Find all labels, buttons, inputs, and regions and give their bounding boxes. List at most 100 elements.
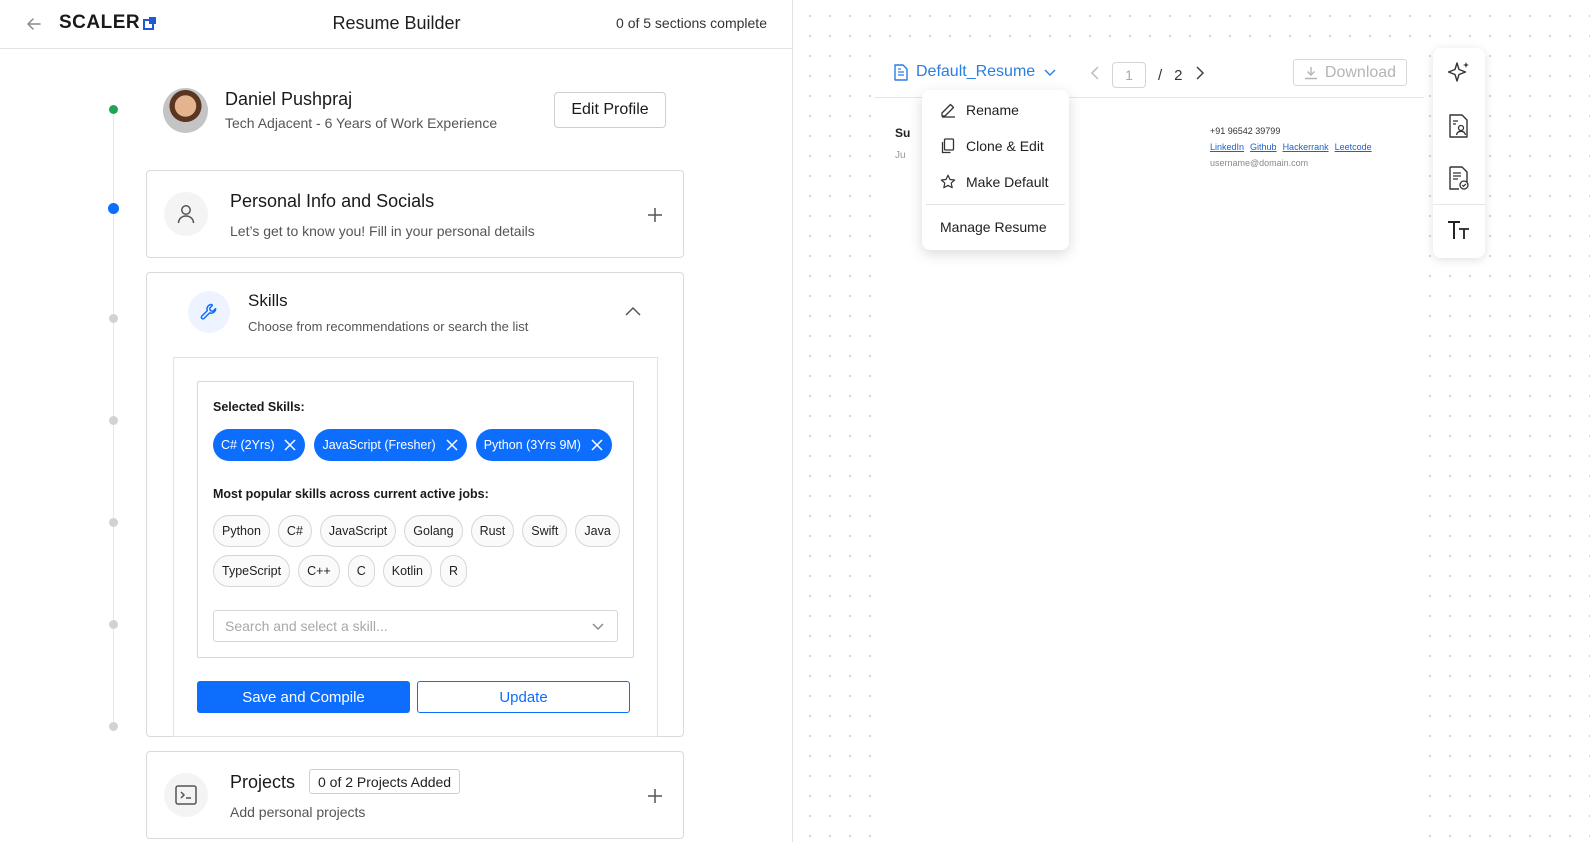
projects-card[interactable]: Projects 0 of 2 Projects Added Add perso… — [146, 751, 684, 839]
sections-progress: 0 of 5 sections complete — [616, 15, 767, 31]
skills-title: Skills — [248, 291, 288, 310]
update-button[interactable]: Update — [417, 681, 630, 713]
close-icon[interactable] — [283, 438, 297, 452]
timeline-dot-6 — [109, 620, 118, 629]
page-separator: / — [1158, 66, 1163, 84]
document-icon — [894, 63, 908, 81]
projects-title: Projects — [230, 772, 296, 792]
selected-skill-chip[interactable]: C# (2Yrs) — [213, 429, 306, 461]
profile-name: Daniel Pushpraj — [225, 89, 353, 109]
menu-item-label: Clone & Edit — [966, 138, 1044, 154]
side-toolbar — [1433, 48, 1485, 258]
close-icon[interactable] — [445, 438, 459, 452]
skills-editor: Selected Skills: C# (2Yrs) JavaScript (F… — [173, 357, 658, 737]
resume-email: username@domain.com — [1210, 158, 1309, 168]
menu-item-label: Manage Resume — [940, 219, 1047, 235]
expand-plus-icon[interactable] — [645, 786, 665, 806]
timeline-dot-skills — [109, 314, 118, 323]
personal-info-title: Personal Info and Socials — [230, 191, 435, 211]
chevron-right-icon[interactable] — [1195, 66, 1205, 84]
terminal-icon — [164, 773, 208, 817]
skill-chip[interactable]: C — [347, 555, 375, 587]
pencil-icon — [941, 103, 955, 118]
menu-item-clone[interactable]: Clone & Edit — [940, 138, 1044, 154]
skill-chip[interactable]: Java — [575, 515, 620, 547]
skill-chip[interactable]: JavaScript — [319, 515, 397, 547]
linkedin-link[interactable]: LinkedIn — [1210, 142, 1244, 152]
skill-chip[interactable]: TypeScript — [213, 555, 291, 587]
text-size-icon[interactable] — [1445, 216, 1473, 244]
selected-skill-chip[interactable]: JavaScript (Fresher) — [314, 429, 467, 461]
wrench-icon — [188, 291, 230, 333]
github-link[interactable]: Github — [1250, 142, 1277, 152]
timeline-dot-profile — [109, 105, 118, 114]
download-button[interactable]: Download — [1293, 59, 1407, 86]
skill-chip[interactable]: C# — [277, 515, 312, 547]
top-bar: SCALER Resume Builder 0 of 5 sections co… — [0, 0, 792, 49]
skill-chip[interactable]: R — [440, 555, 468, 587]
timeline-dot-personal — [108, 203, 119, 214]
resume-links: LinkedIn Github Hackerrank Leetcode — [1210, 142, 1372, 152]
resume-check-icon[interactable] — [1445, 164, 1473, 192]
back-arrow-icon[interactable] — [22, 12, 46, 36]
resume-section-title: Su — [895, 126, 911, 140]
menu-divider — [926, 204, 1065, 205]
skill-chip[interactable]: Python — [213, 515, 270, 547]
resume-phone: +91 96542 39799 — [1210, 126, 1281, 136]
profile-subtitle: Tech Adjacent - 6 Years of Work Experien… — [225, 115, 498, 131]
chevron-up-icon[interactable] — [623, 301, 643, 321]
projects-count-badge: 0 of 2 Projects Added — [309, 769, 461, 794]
builder-panel: SCALER Resume Builder 0 of 5 sections co… — [0, 0, 793, 842]
expand-plus-icon[interactable] — [645, 205, 665, 225]
selected-skill-text: C# (2Yrs) — [221, 438, 275, 452]
selected-skill-text: JavaScript (Fresher) — [322, 438, 436, 452]
skill-chip[interactable]: Golang — [404, 515, 463, 547]
skill-chip[interactable]: Rust — [470, 515, 515, 547]
star-icon — [940, 174, 956, 189]
skill-chip[interactable]: C++ — [298, 555, 340, 587]
resume-dropdown-menu: Rename Clone & Edit Make Default Manage … — [922, 90, 1069, 250]
user-icon — [164, 192, 208, 236]
skill-search-select[interactable]: Search and select a skill... — [213, 610, 618, 642]
leetcode-link[interactable]: Leetcode — [1335, 142, 1372, 152]
profile-summary: Daniel Pushpraj Tech Adjacent - 6 Years … — [163, 88, 666, 136]
timeline-dot-5 — [109, 518, 118, 527]
page-number-input[interactable]: 1 — [1112, 62, 1146, 88]
timeline-dot-7 — [109, 722, 118, 731]
edit-profile-button[interactable]: Edit Profile — [554, 92, 666, 128]
copy-icon — [941, 138, 955, 154]
chevron-left-icon[interactable] — [1090, 66, 1100, 84]
logo-text: SCALER — [59, 12, 141, 33]
skills-card: Skills Choose from recommendations or se… — [146, 272, 684, 737]
save-and-compile-button[interactable]: Save and Compile — [197, 681, 410, 713]
skills-selection-box: Selected Skills: C# (2Yrs) JavaScript (F… — [197, 381, 634, 658]
skill-chip[interactable]: Swift — [522, 515, 568, 547]
personal-info-subtitle: Let’s get to know you! Fill in your pers… — [230, 223, 535, 239]
selected-skill-chip[interactable]: Python (3Yrs 9M) — [475, 429, 612, 461]
selected-skills-label: Selected Skills: — [213, 400, 305, 414]
logo-mark-icon — [143, 17, 157, 30]
download-icon — [1304, 66, 1317, 79]
menu-item-label: Make Default — [966, 174, 1049, 190]
sparkle-icon[interactable] — [1445, 59, 1473, 87]
resume-selector[interactable]: Default_Resume — [894, 63, 1057, 81]
menu-item-manage[interactable]: Manage Resume — [940, 219, 1047, 235]
menu-item-rename[interactable]: Rename — [940, 102, 1019, 118]
skills-subtitle: Choose from recommendations or search th… — [248, 319, 529, 334]
scaler-logo[interactable]: SCALER — [59, 12, 157, 34]
personal-info-card[interactable]: Personal Info and Socials Let’s get to k… — [146, 170, 684, 258]
chevron-down-icon — [1044, 69, 1056, 76]
popular-skills-row: TypeScript C++ C Kotlin R — [213, 555, 468, 587]
skill-chip[interactable]: Kotlin — [382, 555, 433, 587]
projects-subtitle: Add personal projects — [230, 804, 366, 820]
page-title-text: Resume Builder — [332, 13, 461, 33]
menu-item-make-default[interactable]: Make Default — [940, 174, 1048, 190]
resume-section-sub: Ju — [895, 150, 906, 161]
hackerrank-link[interactable]: Hackerrank — [1283, 142, 1329, 152]
resume-user-icon[interactable] — [1445, 112, 1473, 140]
pager: 1 / 2 — [1090, 62, 1205, 88]
close-icon[interactable] — [590, 438, 604, 452]
skill-search-placeholder: Search and select a skill... — [225, 618, 388, 634]
selected-skills-list: C# (2Yrs) JavaScript (Fresher) Python (3… — [213, 429, 612, 461]
timeline-dot-4 — [109, 416, 118, 425]
